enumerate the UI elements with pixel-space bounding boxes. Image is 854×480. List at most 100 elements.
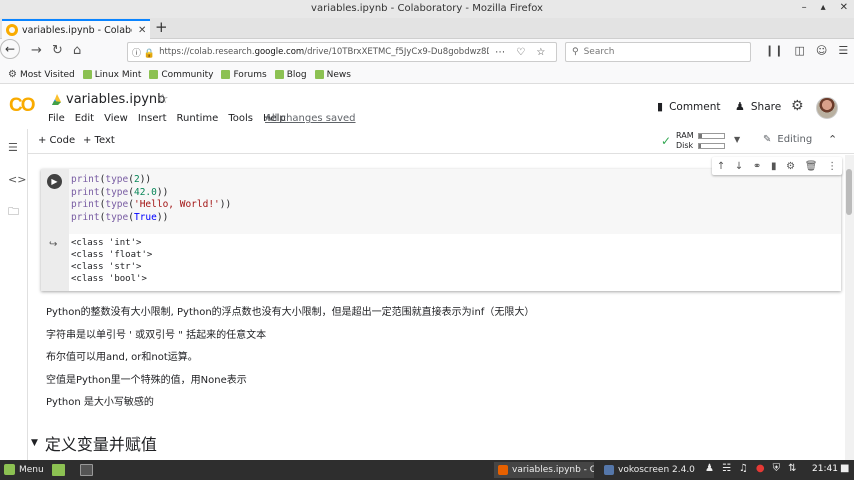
browser-tab[interactable]: variables.ipynb - Colaborato ✕ — [2, 19, 150, 39]
reload-button[interactable]: ↻ — [52, 43, 63, 58]
notebook-title[interactable]: variables.ipynb — [66, 92, 165, 107]
bookmark-news[interactable]: News — [314, 70, 351, 80]
account-icon[interactable]: ☺ — [816, 44, 827, 57]
save-status[interactable]: All changes saved — [265, 113, 356, 124]
volume-icon[interactable]: ♫ — [739, 463, 748, 474]
comment-label: Comment — [669, 100, 721, 113]
add-text-button[interactable]: + Text — [83, 135, 115, 146]
taskbar-item-vokoscreen[interactable]: vokoscreen 2.4.0 — [600, 462, 695, 478]
link-icon[interactable]: ⚭ — [753, 161, 761, 172]
hamburger-menu-icon[interactable]: ☰ — [838, 44, 848, 57]
more-vert-icon[interactable]: ⋮ — [827, 161, 837, 172]
drive-file-icon — [52, 94, 61, 105]
show-desktop-icon[interactable] — [52, 464, 65, 476]
tab-close-icon[interactable]: ✕ — [138, 25, 146, 36]
menu-tools[interactable]: Tools — [228, 113, 253, 124]
code-line[interactable]: print(type('Hello, World!')) — [71, 199, 231, 212]
colab-logo[interactable]: CO — [9, 95, 35, 117]
bookmark-community[interactable]: Community — [149, 70, 213, 80]
code-line[interactable]: print(type(42.0)) — [71, 187, 231, 200]
start-menu-button[interactable]: Menu — [4, 464, 44, 475]
wifi-icon[interactable]: ☵ — [722, 463, 731, 474]
back-button[interactable]: ← — [0, 39, 20, 59]
folder-icon[interactable]: 🗀 — [8, 203, 19, 222]
bookmark-forums[interactable]: Forums — [221, 70, 267, 80]
menu-runtime[interactable]: Runtime — [177, 113, 219, 124]
maximize-button[interactable]: ▴ — [821, 2, 826, 13]
bookmarks-bar: ⚙ Most Visited Linux Mint Community Foru… — [0, 66, 854, 84]
collapse-triangle-icon[interactable]: ▼ — [31, 438, 38, 448]
gear-icon[interactable]: ⚙ — [791, 98, 804, 114]
output-line: <class 'bool'> — [71, 274, 147, 284]
bookmark-blog[interactable]: Blog — [274, 70, 307, 80]
clock[interactable]: 21:41 — [812, 464, 838, 474]
disk-meter — [698, 143, 725, 149]
code-editor[interactable]: print(type(2)) print(type(42.0)) print(typ… — [71, 174, 231, 224]
text-cell[interactable]: Python的整数没有大小限制, Python的浮点数也没有大小限制，但是超出一… — [46, 303, 534, 416]
close-window-button[interactable]: ✕ — [840, 2, 848, 13]
linux-mint-icon — [314, 70, 324, 79]
comment-button[interactable]: ▮ Comment — [657, 100, 721, 113]
terminal-icon[interactable] — [80, 464, 93, 476]
url-text[interactable]: https://colab.research.google.com/drive/… — [159, 47, 489, 57]
scrollbar-thumb[interactable] — [846, 169, 852, 215]
page-actions-icon[interactable]: ⋯ ♡ ☆ — [495, 47, 549, 58]
bookmark-linux-mint[interactable]: Linux Mint — [82, 70, 141, 80]
resources-indicator[interactable]: RAM Disk — [676, 131, 725, 151]
user-icon[interactable]: ♟ — [705, 463, 714, 474]
code-cell[interactable]: ▶ print(type(2)) print(type(42.0)) print(t… — [41, 169, 841, 291]
shield-icon[interactable]: ⛨ — [773, 463, 781, 474]
new-tab-button[interactable]: + — [155, 18, 168, 36]
output-icon[interactable]: ↪ — [49, 239, 57, 250]
output-line: <class 'int'> — [71, 238, 142, 248]
gear-icon[interactable]: ⚙ — [786, 161, 795, 172]
bookmark-most-visited[interactable]: ⚙ Most Visited — [8, 69, 75, 80]
cell-output: <class 'int'> <class 'float'> <class 'str'… — [71, 237, 152, 285]
code-line[interactable]: print(type(2)) — [71, 174, 231, 187]
sidebar-icon[interactable]: ◫ — [794, 44, 804, 57]
minimize-button[interactable]: – — [802, 2, 807, 13]
forward-button[interactable]: → — [31, 43, 42, 58]
avatar[interactable] — [816, 97, 838, 119]
menu-file[interactable]: File — [48, 113, 65, 124]
chevron-up-icon[interactable]: ⌃ — [828, 133, 837, 146]
comment-icon[interactable]: ▮ — [771, 161, 777, 172]
system-tray: ♟ ☵ ♫ ● ⛨ ⇅ — [705, 463, 797, 474]
text-paragraph: Python 是大小写敏感的 — [46, 397, 154, 408]
star-icon[interactable]: ☆ — [157, 92, 169, 107]
delete-icon[interactable]: 🗑 — [805, 161, 818, 172]
output-line: <class 'str'> — [71, 262, 142, 272]
run-cell-button[interactable]: ▶ — [47, 174, 62, 189]
share-button[interactable]: ♟ Share — [735, 100, 781, 113]
comment-icon: ▮ — [657, 100, 664, 113]
record-icon[interactable]: ● — [756, 463, 765, 474]
table-of-contents-icon[interactable]: ☰ — [8, 141, 18, 154]
taskbar-item-firefox[interactable]: variables.ipynb - C... — [494, 462, 594, 478]
url-bar[interactable]: ⓘ 🔒 https://colab.research.google.com/dr… — [127, 42, 557, 62]
notebook-area: ▶ print(type(2)) print(type(42.0)) print(t… — [29, 155, 854, 460]
cell-toolbar: ↑ ↓ ⚭ ▮ ⚙ 🗑 ⋮ — [712, 157, 842, 175]
menu-edit[interactable]: Edit — [75, 113, 94, 124]
menu-insert[interactable]: Insert — [138, 113, 167, 124]
tab-bar: variables.ipynb - Colaborato ✕ + — [0, 18, 854, 39]
ram-label: RAM — [676, 131, 694, 140]
site-info-icon[interactable]: ⓘ 🔒 — [132, 46, 155, 59]
library-icon[interactable]: ❙❙ — [765, 44, 783, 57]
chevron-down-icon[interactable]: ▼ — [734, 135, 740, 144]
section-heading[interactable]: ▼ 定义变量并赋值 — [31, 431, 157, 455]
start-menu-label: Menu — [19, 464, 44, 475]
scrollbar[interactable] — [845, 155, 854, 460]
editing-mode-button[interactable]: ✎ Editing — [763, 134, 812, 145]
firefox-icon — [498, 465, 508, 475]
network-icon[interactable]: ⇅ — [788, 463, 796, 474]
notebook-toolbar: + Code + Text ✓ RAM Disk ▼ ✎ Editing ⌃ — [0, 129, 854, 154]
move-down-icon[interactable]: ↓ — [735, 161, 743, 172]
search-input[interactable]: ⚲ Search — [565, 42, 751, 62]
home-button[interactable]: ⌂ — [73, 43, 81, 58]
add-code-button[interactable]: + Code — [38, 135, 75, 146]
code-snippets-icon[interactable]: <> — [8, 173, 26, 186]
code-line[interactable]: print(type(True)) — [71, 212, 231, 225]
menu-view[interactable]: View — [104, 113, 128, 124]
notification-icon[interactable]: ■ — [840, 463, 849, 474]
move-up-icon[interactable]: ↑ — [717, 161, 725, 172]
